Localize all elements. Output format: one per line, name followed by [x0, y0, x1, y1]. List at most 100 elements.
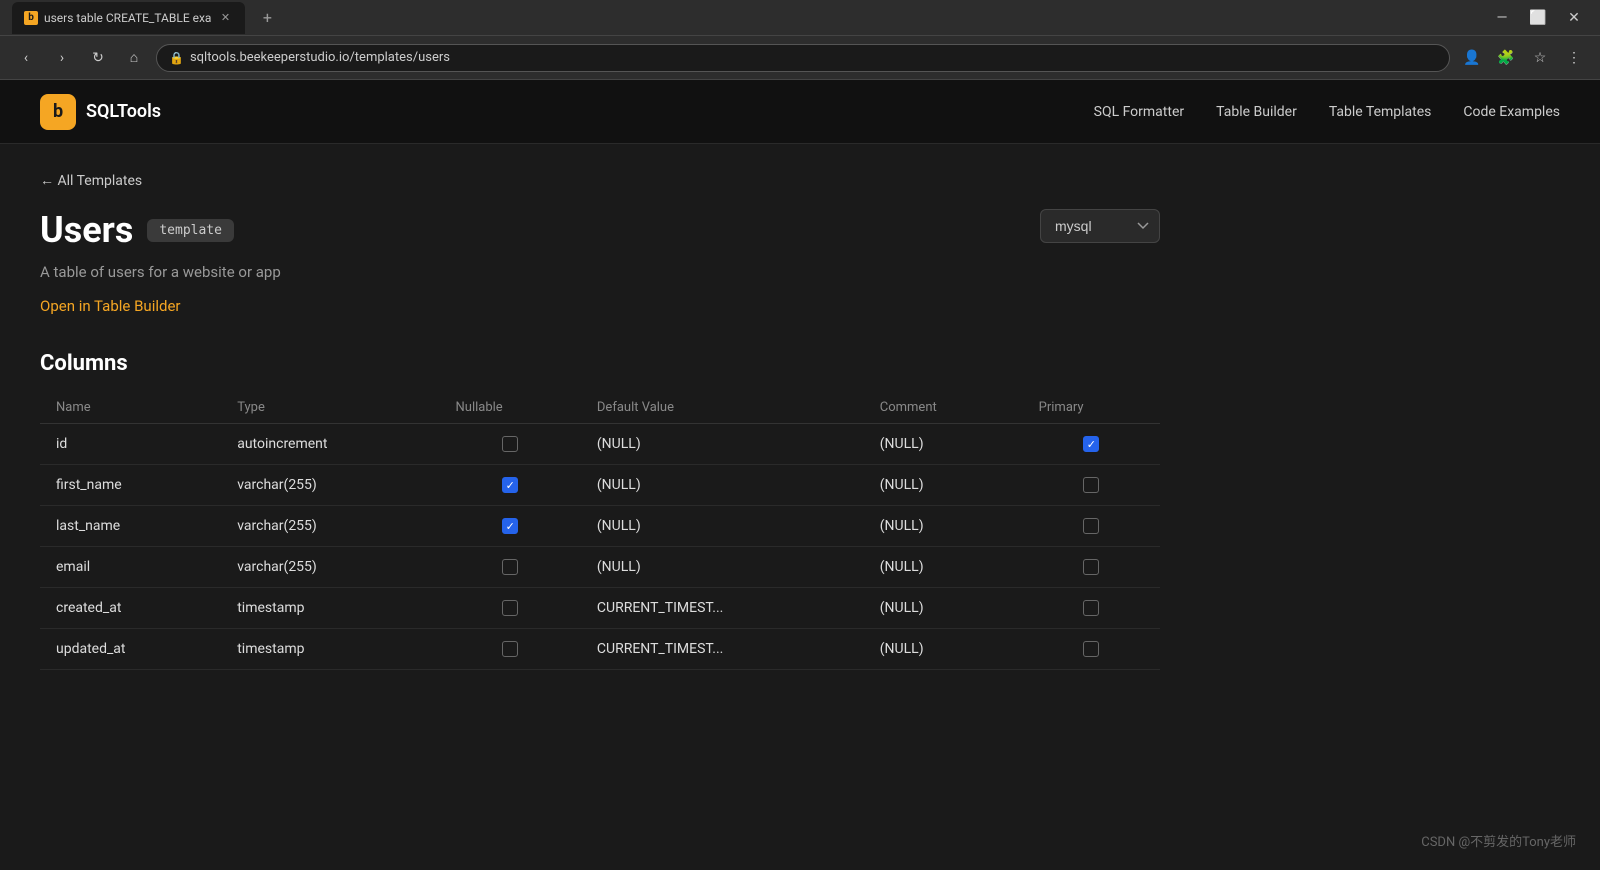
cell-nullable-5 [440, 629, 581, 670]
table-row: first_name varchar(255) (NULL) (NULL) [40, 465, 1160, 506]
cell-type-1: varchar(255) [221, 465, 439, 506]
cell-nullable-4 [440, 588, 581, 629]
url-text: sqltools.beekeeperstudio.io/templates/us… [190, 50, 450, 65]
primary-checkbox-5[interactable] [1083, 641, 1099, 657]
cell-primary-2 [1023, 506, 1160, 547]
bookmark-icon[interactable]: ☆ [1526, 44, 1554, 72]
main-content: ← All Templates Users template A table o… [0, 144, 1200, 670]
cell-comment-3: (NULL) [864, 547, 1023, 588]
maximize-button[interactable]: ⬜ [1524, 4, 1552, 32]
primary-checkbox-1[interactable] [1083, 477, 1099, 493]
cell-name-2: last_name [40, 506, 221, 547]
tab-title: users table CREATE_TABLE exa [44, 11, 211, 25]
app-logo[interactable]: b SQLTools [40, 94, 161, 130]
nav-table-templates[interactable]: Table Templates [1329, 104, 1432, 120]
page-title: Users [40, 209, 133, 251]
lock-icon: 🔒 [169, 51, 184, 65]
table-row: last_name varchar(255) (NULL) (NULL) [40, 506, 1160, 547]
reload-button[interactable]: ↻ [84, 44, 112, 72]
new-tab-button[interactable]: + [253, 4, 281, 32]
db-selector: mysql postgresql sqlite sqlserver [1040, 209, 1160, 243]
back-to-templates-link[interactable]: ← All Templates [40, 144, 1160, 209]
minimize-button[interactable]: — [1488, 4, 1516, 32]
page-header: Users template A table of users for a we… [40, 209, 1160, 315]
address-bar[interactable]: 🔒 sqltools.beekeeperstudio.io/templates/… [156, 44, 1450, 72]
cell-default-5: CURRENT_TIMEST... [581, 629, 864, 670]
cell-default-0: (NULL) [581, 424, 864, 465]
nullable-checkbox-3[interactable] [502, 559, 518, 575]
cell-primary-0 [1023, 424, 1160, 465]
cell-comment-4: (NULL) [864, 588, 1023, 629]
open-in-table-builder-link[interactable]: Open in Table Builder [40, 297, 181, 315]
cell-primary-3 [1023, 547, 1160, 588]
cell-type-5: timestamp [221, 629, 439, 670]
browser-tab-bar: b users table CREATE_TABLE exa ✕ + — ⬜ ✕ [0, 0, 1600, 36]
primary-checkbox-2[interactable] [1083, 518, 1099, 534]
page-title-row: Users template [40, 209, 281, 251]
columns-table: Name Type Nullable Default Value Comment… [40, 392, 1160, 670]
cell-nullable-1 [440, 465, 581, 506]
nullable-checkbox-0[interactable] [502, 436, 518, 452]
address-bar-row: ‹ › ↻ ⌂ 🔒 sqltools.beekeeperstudio.io/te… [0, 36, 1600, 80]
template-badge: template [147, 219, 234, 242]
db-select-dropdown[interactable]: mysql postgresql sqlite sqlserver [1040, 209, 1160, 243]
cell-nullable-3 [440, 547, 581, 588]
table-row: email varchar(255) (NULL) (NULL) [40, 547, 1160, 588]
forward-button[interactable]: › [48, 44, 76, 72]
cell-type-3: varchar(255) [221, 547, 439, 588]
columns-section: Columns Name Type Nullable Default Value… [40, 351, 1160, 670]
nav-links: SQL Formatter Table Builder Table Templa… [1094, 104, 1560, 120]
col-header-primary: Primary [1023, 392, 1160, 424]
primary-checkbox-0[interactable] [1083, 436, 1099, 452]
table-row: updated_at timestamp CURRENT_TIMEST... (… [40, 629, 1160, 670]
more-icon[interactable]: ⋮ [1560, 44, 1588, 72]
cell-type-2: varchar(255) [221, 506, 439, 547]
nullable-checkbox-1[interactable] [502, 477, 518, 493]
cell-primary-4 [1023, 588, 1160, 629]
cell-default-4: CURRENT_TIMEST... [581, 588, 864, 629]
nullable-checkbox-5[interactable] [502, 641, 518, 657]
primary-checkbox-3[interactable] [1083, 559, 1099, 575]
page-title-area: Users template A table of users for a we… [40, 209, 281, 315]
close-window-button[interactable]: ✕ [1560, 4, 1588, 32]
back-button[interactable]: ‹ [12, 44, 40, 72]
nav-sql-formatter[interactable]: SQL Formatter [1094, 104, 1185, 120]
cell-comment-5: (NULL) [864, 629, 1023, 670]
nav-code-examples[interactable]: Code Examples [1463, 104, 1560, 120]
columns-title: Columns [40, 351, 1160, 376]
cell-name-0: id [40, 424, 221, 465]
cell-type-0: autoincrement [221, 424, 439, 465]
nav-table-builder[interactable]: Table Builder [1216, 104, 1297, 120]
table-row: created_at timestamp CURRENT_TIMEST... (… [40, 588, 1160, 629]
cell-primary-5 [1023, 629, 1160, 670]
table-header-row: Name Type Nullable Default Value Comment… [40, 392, 1160, 424]
cell-name-5: updated_at [40, 629, 221, 670]
col-header-name: Name [40, 392, 221, 424]
app-navbar: b SQLTools SQL Formatter Table Builder T… [0, 80, 1600, 144]
table-row: id autoincrement (NULL) (NULL) [40, 424, 1160, 465]
cell-name-1: first_name [40, 465, 221, 506]
cell-default-3: (NULL) [581, 547, 864, 588]
nullable-checkbox-2[interactable] [502, 518, 518, 534]
tab-close-button[interactable]: ✕ [217, 10, 233, 26]
cell-type-4: timestamp [221, 588, 439, 629]
cell-default-2: (NULL) [581, 506, 864, 547]
cell-comment-1: (NULL) [864, 465, 1023, 506]
home-button[interactable]: ⌂ [120, 44, 148, 72]
browser-extension-actions: 👤 🧩 ☆ ⋮ [1458, 44, 1588, 72]
watermark: CSDN @不剪发的Tony老师 [1421, 831, 1576, 850]
logo-text: SQLTools [86, 101, 161, 122]
col-header-type: Type [221, 392, 439, 424]
col-header-default: Default Value [581, 392, 864, 424]
nullable-checkbox-4[interactable] [502, 600, 518, 616]
cell-name-3: email [40, 547, 221, 588]
col-header-comment: Comment [864, 392, 1023, 424]
tab-favicon: b [24, 11, 38, 25]
cell-comment-0: (NULL) [864, 424, 1023, 465]
col-header-nullable: Nullable [440, 392, 581, 424]
extensions-icon[interactable]: 🧩 [1492, 44, 1520, 72]
cell-nullable-0 [440, 424, 581, 465]
primary-checkbox-4[interactable] [1083, 600, 1099, 616]
active-tab[interactable]: b users table CREATE_TABLE exa ✕ [12, 2, 245, 34]
profile-icon[interactable]: 👤 [1458, 44, 1486, 72]
